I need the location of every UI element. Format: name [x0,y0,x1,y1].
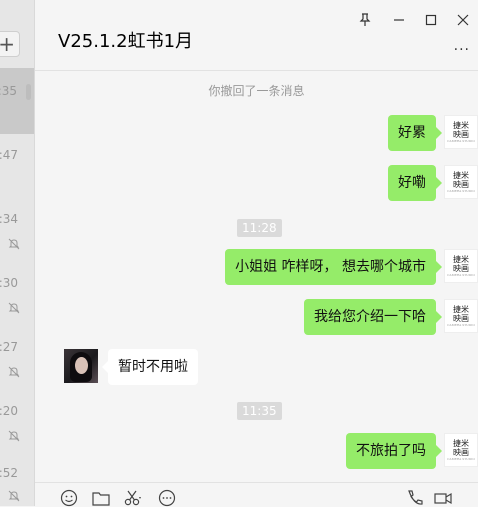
conversation-item[interactable]: :30 [0,266,34,332]
brand-avatar-tagline: CAMERA STUDIO [447,189,475,193]
brand-avatar[interactable]: 捷米 映画 CAMERA STUDIO [444,433,478,467]
conversation-time: :47 [0,148,18,162]
chat-window: V25.1.2虹书1月 ... 你撤回了一条消息 好累 捷米 映画 CAMERA… [35,0,478,507]
avatar-face [75,357,88,374]
conversation-item[interactable]: :20 [0,398,34,464]
recall-notice: 你撤回了一条消息 [208,84,305,98]
conversation-time: :52 [0,466,18,480]
close-icon[interactable] [453,10,473,30]
conversation-item[interactable]: :47 [0,134,34,200]
brand-avatar-line1: 捷米 [453,305,469,314]
more-options-button[interactable]: ... [454,38,470,54]
brand-avatar-tagline: CAMERA STUDIO [447,273,475,277]
brand-avatar-tagline: CAMERA STUDIO [447,323,475,327]
time-divider: 11:28 [237,219,282,237]
message-list: 你撤回了一条消息 好累 捷米 映画 CAMERA STUDIO 好嘞 捷米 映画… [35,70,478,480]
outgoing-message[interactable]: 好嘞 [388,165,442,201]
scissors-icon[interactable] [123,489,143,507]
incoming-message[interactable]: 暂时不用啦 [102,349,198,385]
contact-avatar[interactable] [64,349,98,383]
brand-avatar[interactable]: 捷米 映画 CAMERA STUDIO [444,165,478,199]
brand-avatar[interactable]: 捷米 映画 CAMERA STUDIO [444,299,478,333]
conversation-item[interactable]: :52 [0,462,34,506]
brand-avatar-line1: 捷米 [453,255,469,264]
outgoing-message[interactable]: 我给您介绍一下哈 [304,299,442,335]
phone-icon[interactable] [405,489,425,507]
mute-bell-icon [8,490,20,502]
maximize-icon[interactable] [421,10,441,30]
minimize-icon[interactable] [389,10,409,30]
chat-bubble-icon[interactable] [157,489,177,507]
chat-header: V25.1.2虹书1月 ... [35,0,478,71]
brand-avatar-line2: 映画 [453,448,469,457]
conversation-time: :27 [0,340,18,354]
conversation-time: :20 [0,404,18,418]
conversation-item[interactable]: :34 [0,200,34,266]
pin-icon[interactable] [355,10,375,30]
chat-title: V25.1.2虹书1月 [58,31,194,52]
add-button[interactable]: + [0,31,20,57]
outgoing-message[interactable]: 不旅拍了吗 [346,433,442,469]
video-icon[interactable] [433,489,453,507]
mute-bell-icon [8,366,20,378]
conversation-list: + :35 :47 :34 :30 :27 :20 :52 [0,0,35,506]
conversation-time: :34 [0,212,18,226]
outgoing-message[interactable]: 小姐姐 咋样呀， 想去哪个城市 [225,249,442,285]
brand-avatar-line2: 映画 [453,180,469,189]
conversation-item[interactable]: :35 [0,68,34,134]
conversation-time: :30 [0,276,18,290]
folder-icon[interactable] [91,489,111,507]
brand-avatar[interactable]: 捷米 映画 CAMERA STUDIO [444,115,478,149]
brand-avatar-line1: 捷米 [453,439,469,448]
brand-avatar-line1: 捷米 [453,171,469,180]
emoji-icon[interactable] [59,489,79,507]
mute-bell-icon [8,430,20,442]
brand-avatar-tagline: CAMERA STUDIO [447,457,475,461]
brand-avatar-line2: 映画 [453,314,469,323]
brand-avatar-line2: 映画 [453,130,469,139]
brand-avatar-line1: 捷米 [453,121,469,130]
brand-avatar[interactable]: 捷米 映画 CAMERA STUDIO [444,249,478,283]
conversation-time: :35 [0,84,17,98]
mute-bell-icon [8,302,20,314]
outgoing-message[interactable]: 好累 [388,115,442,151]
conversation-item[interactable]: :27 [0,332,34,398]
input-toolbar [35,482,478,507]
list-scrollbar[interactable] [26,84,31,100]
mute-bell-icon [8,238,20,250]
time-divider: 11:35 [237,402,282,420]
brand-avatar-tagline: CAMERA STUDIO [447,139,475,143]
brand-avatar-line2: 映画 [453,264,469,273]
